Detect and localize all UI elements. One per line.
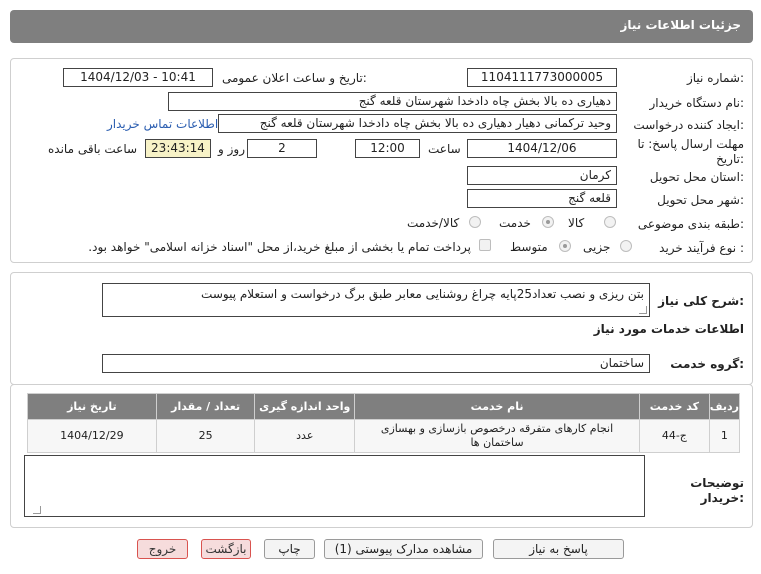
reply-button[interactable]: پاسخ به نیاز [493, 539, 624, 559]
view-attachments-button[interactable]: مشاهده مدارک پیوستی (1) [324, 539, 483, 559]
table-header-row: ردیف کد خدمت نام خدمت واحد اندازه گیری ت… [27, 393, 741, 420]
need-number-field[interactable]: 1104111773000005 [467, 68, 617, 87]
page-title: جزئیات اطلاعات نیاز [620, 18, 741, 32]
summary-text: بتن ریزی و نصب تعداد25پایه چراغ روشنایی … [201, 287, 644, 301]
city-label: شهر محل تحویل: [657, 193, 744, 207]
payment-note: پرداخت تمام یا بخشی از مبلغ خرید،از محل … [88, 240, 471, 254]
print-button[interactable]: چاپ [264, 539, 315, 559]
deadline-time-field[interactable]: 12:00 [355, 139, 420, 158]
category-option-goods-service[interactable]: کالا/خدمت [407, 216, 459, 230]
category-option-goods[interactable]: کالا [568, 216, 584, 230]
creator-field[interactable]: وحید ترکمانی دهیار دهیاری ده بالا بخش چا… [218, 114, 617, 133]
remaining-days-field: 2 [247, 139, 317, 158]
need-number-label: شماره نیاز: [686, 71, 744, 85]
days-label: روز و [218, 142, 245, 156]
cell-date: 1404/12/29 [27, 419, 157, 453]
table-row: 1 ج-44 انجام کارهای متفرقه درخصوص بازساز… [27, 419, 741, 453]
cell-name: انجام کارهای متفرقه درخصوص بازسازی و بهس… [354, 419, 640, 453]
col-header-code: کد خدمت [638, 393, 710, 420]
services-table: ردیف کد خدمت نام خدمت واحد اندازه گیری ت… [27, 393, 741, 453]
col-header-date: تاریخ نیاز [27, 393, 157, 420]
service-group-label: گروه خدمت: [670, 357, 744, 371]
resize-handle-icon[interactable] [639, 306, 647, 314]
radio-icon[interactable] [559, 240, 571, 252]
summary-textarea[interactable]: بتن ریزی و نصب تعداد25پایه چراغ روشنایی … [102, 283, 650, 317]
city-field[interactable]: قلعه گنج [467, 189, 617, 208]
radio-icon[interactable] [542, 216, 554, 228]
col-header-name: نام خدمت [354, 393, 640, 420]
buyer-org-field[interactable]: دهیاری ده بالا بخش چاه دادخدا شهرستان قل… [168, 92, 617, 111]
category-option-service[interactable]: خدمت [499, 216, 531, 230]
remaining-time-label: ساعت باقی مانده [48, 142, 138, 156]
notes-label-line1: توضیحات [690, 476, 744, 490]
services-table-wrapper: ردیف کد خدمت نام خدمت واحد اندازه گیری ت… [27, 393, 741, 453]
cell-index: 1 [708, 419, 741, 453]
province-field[interactable]: کرمان [467, 166, 617, 185]
remaining-time-field: 23:43:14 [145, 139, 211, 158]
buyer-org-label: نام دستگاه خریدار: [649, 96, 745, 110]
cell-qty: 25 [155, 419, 256, 453]
services-section-title: اطلاعات خدمات مورد نیاز [593, 322, 744, 336]
announce-datetime-field[interactable]: 1404/12/03 - 10:41 [63, 68, 213, 87]
category-label: طبقه بندی موضوعی: [637, 217, 744, 231]
radio-icon[interactable] [469, 216, 481, 228]
service-group-field[interactable]: ساختمان [102, 354, 650, 373]
deadline-time-label: ساعت [428, 142, 461, 156]
page-header: جزئیات اطلاعات نیاز [10, 10, 753, 43]
announce-datetime-label: تاریخ و ساعت اعلان عمومی: [222, 71, 367, 85]
deadline-date-field[interactable]: 1404/12/06 [467, 139, 617, 158]
exit-button[interactable]: خروج [137, 539, 188, 559]
deadline-label-line1: مهلت ارسال پاسخ: تا [637, 137, 744, 151]
creator-label: ایجاد کننده درخواست: [633, 118, 744, 132]
buyer-contact-link[interactable]: اطلاعات تماس خریدار [107, 117, 218, 131]
summary-label: شرح کلی نیاز: [658, 294, 744, 308]
process-option-medium[interactable]: متوسط [510, 240, 548, 254]
radio-icon[interactable] [604, 216, 616, 228]
process-label: نوع فرآیند خرید : [659, 241, 744, 255]
notes-textarea[interactable] [24, 455, 645, 517]
radio-icon[interactable] [620, 240, 632, 252]
col-header-qty: تعداد / مقدار [155, 393, 256, 420]
resize-handle-icon[interactable] [33, 506, 41, 514]
deadline-label-line2: تاریخ: [716, 152, 744, 166]
need-info-panel [10, 58, 753, 263]
cell-code: ج-44 [638, 419, 710, 453]
cell-unit: عدد [254, 419, 356, 453]
col-header-index: ردیف [708, 393, 741, 420]
process-option-minor[interactable]: جزیی [583, 240, 610, 254]
province-label: استان محل تحویل: [649, 170, 744, 184]
checkbox-icon[interactable] [479, 239, 491, 251]
notes-label-line2: خریدار: [700, 491, 744, 505]
back-button[interactable]: بازگشت [201, 539, 251, 559]
col-header-unit: واحد اندازه گیری [254, 393, 356, 420]
